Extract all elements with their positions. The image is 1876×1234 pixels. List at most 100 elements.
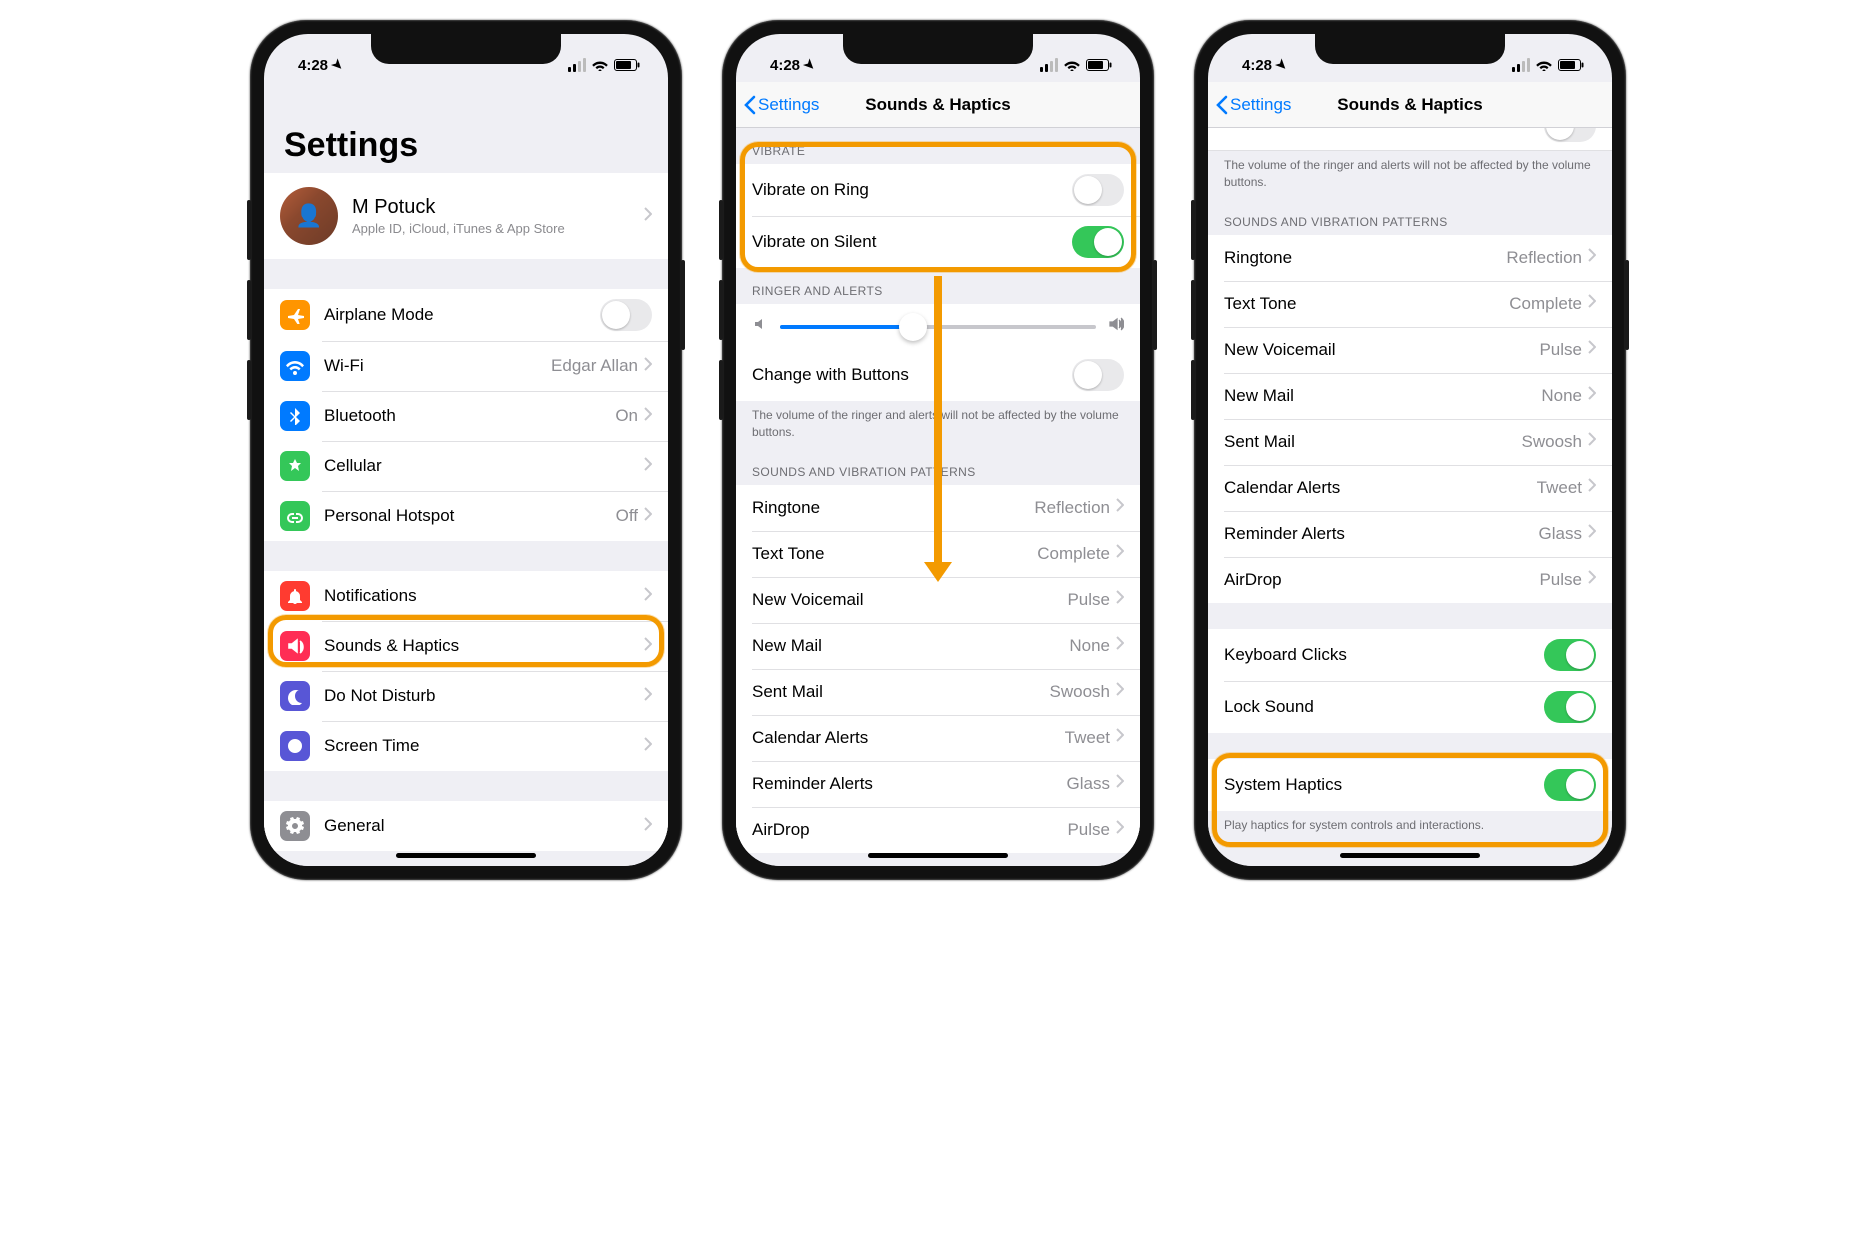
row-label: Airplane Mode: [324, 305, 600, 325]
chevron-icon: [1588, 570, 1596, 589]
chevron-icon: [644, 457, 652, 476]
chevron-icon: [1588, 340, 1596, 359]
row-value: Reflection: [1506, 248, 1582, 268]
chevron-icon: [1588, 432, 1596, 451]
row-text-tone[interactable]: Text Tone Complete: [1208, 281, 1612, 327]
cellular-signal-icon: [1512, 58, 1530, 72]
airplane-mode-toggle[interactable]: [600, 299, 652, 331]
home-indicator[interactable]: [868, 853, 1008, 858]
phone-frame-3: 4:28 ➤ Settings Sounds & Haptics The vol…: [1194, 20, 1626, 880]
row-new-voicemail[interactable]: New Voicemail Pulse: [736, 577, 1140, 623]
wifi-icon: [1064, 59, 1080, 71]
row-label: Sent Mail: [752, 682, 1050, 702]
row-airdrop[interactable]: AirDrop Pulse: [1208, 557, 1612, 603]
row-value: Tweet: [1537, 478, 1582, 498]
chevron-icon: [1588, 478, 1596, 497]
row-label: Ringtone: [1224, 248, 1506, 268]
row-sounds-haptics[interactable]: Sounds & Haptics: [264, 621, 668, 671]
row-general[interactable]: General: [264, 801, 668, 851]
row-new-voicemail[interactable]: New Voicemail Pulse: [1208, 327, 1612, 373]
chevron-icon: [1588, 248, 1596, 267]
row-notifications[interactable]: Notifications: [264, 571, 668, 621]
cellular-signal-icon: [1040, 58, 1058, 72]
row-label: Keyboard Clicks: [1224, 645, 1544, 665]
back-button[interactable]: Settings: [744, 82, 819, 127]
home-indicator[interactable]: [396, 853, 536, 858]
account-name: M Potuck: [352, 196, 644, 219]
row-lock-sound[interactable]: Lock Sound: [1208, 681, 1612, 733]
change-with-buttons-toggle[interactable]: [1544, 128, 1596, 142]
phone-frame-1: 4:28 ➤ Settings 👤 M Potuck Apple ID, iCl…: [250, 20, 682, 880]
personal-hotspot-icon: [280, 501, 310, 531]
row-sent-mail[interactable]: Sent Mail Swoosh: [1208, 419, 1612, 465]
system-haptics-toggle[interactable]: [1544, 769, 1596, 801]
chevron-icon: [644, 737, 652, 756]
nav-bar: Settings Sounds & Haptics: [736, 82, 1140, 128]
cellular-icon: [280, 451, 310, 481]
back-button[interactable]: Settings: [1216, 82, 1291, 127]
row-screen-time[interactable]: Screen Time: [264, 721, 668, 771]
row-ringtone[interactable]: Ringtone Reflection: [1208, 235, 1612, 281]
row-label: Reminder Alerts: [752, 774, 1067, 794]
row-cellular[interactable]: Cellular: [264, 441, 668, 491]
row-reminder-alerts[interactable]: Reminder Alerts Glass: [736, 761, 1140, 807]
row-reminder-alerts[interactable]: Reminder Alerts Glass: [1208, 511, 1612, 557]
row-personal-hotspot[interactable]: Personal Hotspot Off: [264, 491, 668, 541]
row-label: General: [324, 816, 638, 836]
battery-icon: [1558, 59, 1584, 71]
keyboard-clicks-toggle[interactable]: [1544, 639, 1596, 671]
row-label: Screen Time: [324, 736, 638, 756]
row-label: Ringtone: [752, 498, 1034, 518]
row-label: Do Not Disturb: [324, 686, 638, 706]
row-calendar-alerts[interactable]: Calendar Alerts Tweet: [1208, 465, 1612, 511]
row-keyboard-clicks[interactable]: Keyboard Clicks: [1208, 629, 1612, 681]
row-label: New Mail: [752, 636, 1069, 656]
status-time: 4:28: [770, 57, 800, 74]
vibrate-on-silent-toggle[interactable]: [1072, 226, 1124, 258]
chevron-icon: [1116, 682, 1124, 701]
nav-title: Sounds & Haptics: [1337, 95, 1482, 115]
location-icon: ➤: [328, 55, 347, 74]
row-new-mail[interactable]: New Mail None: [1208, 373, 1612, 419]
row-label: New Mail: [1224, 386, 1541, 406]
change-with-buttons-row[interactable]: [1208, 128, 1612, 151]
row-sent-mail[interactable]: Sent Mail Swoosh: [736, 669, 1140, 715]
general-icon: [280, 811, 310, 841]
row-label: Text Tone: [752, 544, 1037, 564]
row-new-mail[interactable]: New Mail None: [736, 623, 1140, 669]
system-haptics-row[interactable]: System Haptics: [1208, 759, 1612, 811]
row-value: On: [615, 406, 638, 426]
row-value: Pulse: [1539, 340, 1582, 360]
row-label: Text Tone: [1224, 294, 1509, 314]
vibrate-on-ring-toggle[interactable]: [1072, 174, 1124, 206]
home-indicator[interactable]: [1340, 853, 1480, 858]
volume-low-icon: [752, 316, 768, 337]
ringer-footer: The volume of the ringer and alerts will…: [1208, 151, 1612, 199]
location-icon: ➤: [1272, 55, 1291, 74]
row-label: New Voicemail: [752, 590, 1067, 610]
row-label: Personal Hotspot: [324, 506, 616, 526]
row-wi-fi[interactable]: Wi-Fi Edgar Allan: [264, 341, 668, 391]
chevron-icon: [644, 407, 652, 426]
row-bluetooth[interactable]: Bluetooth On: [264, 391, 668, 441]
row-vibrate-on-ring[interactable]: Vibrate on Ring: [736, 164, 1140, 216]
row-do-not-disturb[interactable]: Do Not Disturb: [264, 671, 668, 721]
row-vibrate-on-silent[interactable]: Vibrate on Silent: [736, 216, 1140, 268]
phone-frame-2: 4:28 ➤ Settings Sounds & Haptics VIBRATE…: [722, 20, 1154, 880]
section-header-vibrate: VIBRATE: [736, 128, 1140, 164]
chevron-icon: [644, 817, 652, 836]
apple-id-row[interactable]: 👤 M Potuck Apple ID, iCloud, iTunes & Ap…: [264, 173, 668, 259]
screen-time-icon: [280, 731, 310, 761]
lock-sound-toggle[interactable]: [1544, 691, 1596, 723]
change-with-buttons-toggle[interactable]: [1072, 359, 1124, 391]
chevron-icon: [1116, 498, 1124, 517]
chevron-icon: [1116, 774, 1124, 793]
row-airplane-mode[interactable]: Airplane Mode: [264, 289, 668, 341]
row-airdrop[interactable]: AirDrop Pulse: [736, 807, 1140, 853]
cellular-signal-icon: [568, 58, 586, 72]
row-value: Reflection: [1034, 498, 1110, 518]
row-calendar-alerts[interactable]: Calendar Alerts Tweet: [736, 715, 1140, 761]
chevron-icon: [644, 587, 652, 606]
page-title: Settings: [264, 82, 668, 173]
back-label: Settings: [758, 95, 819, 115]
